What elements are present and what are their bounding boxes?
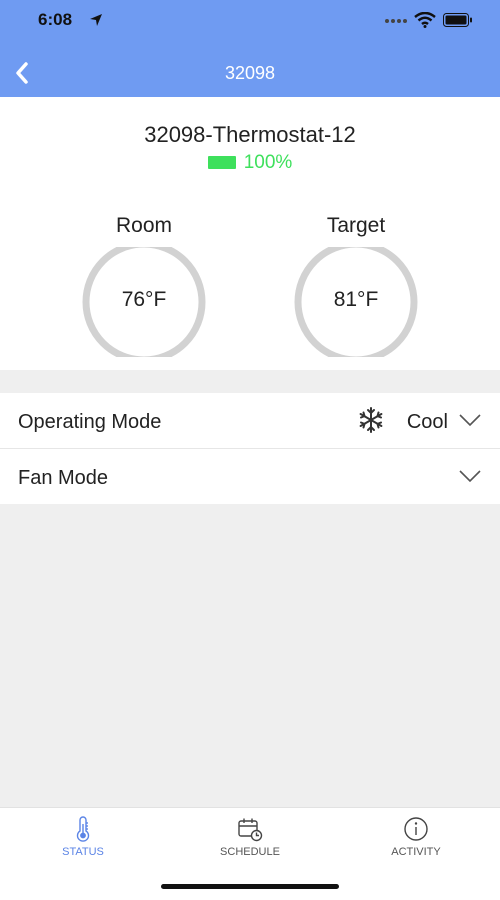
device-name: 32098-Thermostat-12 bbox=[144, 122, 356, 147]
tab-activity[interactable]: ACTIVITY bbox=[333, 808, 499, 868]
tab-schedule[interactable]: SCHEDULE bbox=[167, 808, 333, 868]
status-time: 6:08 bbox=[38, 10, 73, 29]
fan-mode-row[interactable]: Fan Mode bbox=[0, 449, 500, 504]
battery-icon bbox=[207, 156, 236, 170]
battery-icon bbox=[443, 13, 472, 27]
battery-percent: 100% bbox=[243, 152, 293, 173]
room-temperature: 76°F bbox=[121, 288, 167, 311]
target-gauge-label: Target bbox=[326, 214, 386, 237]
operating-mode-label: Operating Mode bbox=[18, 411, 162, 433]
battery-status: 100% bbox=[0, 152, 500, 174]
room-gauge-label: Room bbox=[115, 214, 173, 237]
thermostat-status-screen: 6:08 32098 32098-Thermostat-12 100% Room… bbox=[0, 0, 500, 900]
calendar-clock-icon bbox=[238, 818, 263, 842]
snowflake-icon bbox=[359, 407, 383, 433]
thermometer-icon bbox=[76, 816, 90, 842]
fan-mode-label: Fan Mode bbox=[18, 467, 109, 489]
room-gauge: 76°F bbox=[80, 247, 220, 367]
page-title: 32098 bbox=[224, 63, 276, 83]
app-header: 6:08 32098 bbox=[0, 0, 500, 97]
wifi-icon bbox=[414, 12, 436, 28]
home-indicator bbox=[161, 884, 339, 889]
target-gauge[interactable]: 81°F bbox=[292, 247, 432, 367]
location-arrow-icon bbox=[90, 14, 102, 26]
tab-activity-label: ACTIVITY bbox=[391, 846, 441, 858]
info-icon bbox=[404, 817, 428, 841]
tab-status[interactable]: STATUS bbox=[0, 808, 166, 868]
operating-mode-value: Cool bbox=[406, 411, 448, 433]
tab-schedule-label: SCHEDULE bbox=[220, 846, 280, 858]
target-temperature: 81°F bbox=[333, 288, 379, 311]
operating-mode-row[interactable]: Operating Mode Cool bbox=[0, 393, 500, 448]
tab-status-label: STATUS bbox=[62, 846, 104, 858]
chevron-down-icon bbox=[459, 470, 481, 483]
chevron-down-icon bbox=[459, 414, 481, 427]
device-card: 32098-Thermostat-12 100% Room 76°F Targe… bbox=[0, 97, 500, 370]
status-bar: 6:08 bbox=[0, 0, 500, 44]
signal-icon bbox=[385, 19, 407, 23]
